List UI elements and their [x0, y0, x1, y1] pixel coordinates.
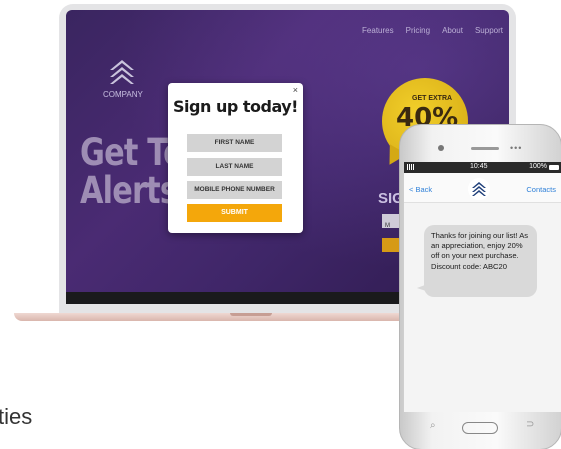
sms-message-bubble: Thanks for joining our list! As an appre…: [424, 225, 537, 297]
laptop-notch: [230, 313, 272, 316]
battery-percent: 100%: [529, 163, 547, 170]
nav-pricing[interactable]: Pricing: [406, 26, 430, 35]
search-icon[interactable]: ⌕: [430, 420, 436, 431]
discount-badge-caption: GET EXTRA: [412, 95, 453, 102]
contact-avatar-icon[interactable]: [468, 178, 490, 200]
back-nav-icon[interactable]: ⊃: [526, 419, 534, 430]
company-name: COMPANY: [103, 90, 143, 99]
last-name-field[interactable]: LAST NAME: [187, 158, 282, 176]
nav-support[interactable]: Support: [475, 26, 503, 35]
signal-icon: [407, 164, 415, 170]
company-logo-icon: [110, 60, 134, 84]
phone-screen: 10:45 100% < Back Contacts Thanks for jo…: [404, 162, 561, 412]
status-bar: 10:45 100%: [404, 162, 561, 173]
laptop-base: [14, 313, 416, 321]
home-button-icon[interactable]: [462, 422, 498, 434]
back-button[interactable]: < Back: [409, 185, 432, 194]
message-header: < Back Contacts: [404, 173, 561, 203]
side-signup-field-label: M: [385, 223, 390, 229]
speaker-grille: [471, 147, 499, 150]
sensor-dots: •••: [510, 143, 523, 153]
camera-icon: [438, 145, 444, 151]
contacts-button[interactable]: Contacts: [526, 185, 556, 194]
battery-icon: [549, 165, 559, 170]
modal-title: Sign up today!: [173, 97, 298, 116]
phone-nav-bar: ⌕ ⊃: [404, 412, 561, 442]
nav-about[interactable]: About: [442, 26, 463, 35]
status-time: 10:45: [470, 163, 488, 170]
signup-modal: × Sign up today! FIRST NAME LAST NAME MO…: [168, 83, 303, 233]
nav-features[interactable]: Features: [362, 26, 394, 35]
background-text: ties: [0, 404, 33, 429]
close-icon[interactable]: ×: [293, 86, 298, 95]
site-nav: Features Pricing About Support: [362, 26, 503, 35]
phone-number-field[interactable]: MOBILE PHONE NUMBER: [187, 181, 282, 199]
first-name-field[interactable]: FIRST NAME: [187, 134, 282, 152]
submit-button[interactable]: SUBMIT: [187, 204, 282, 222]
